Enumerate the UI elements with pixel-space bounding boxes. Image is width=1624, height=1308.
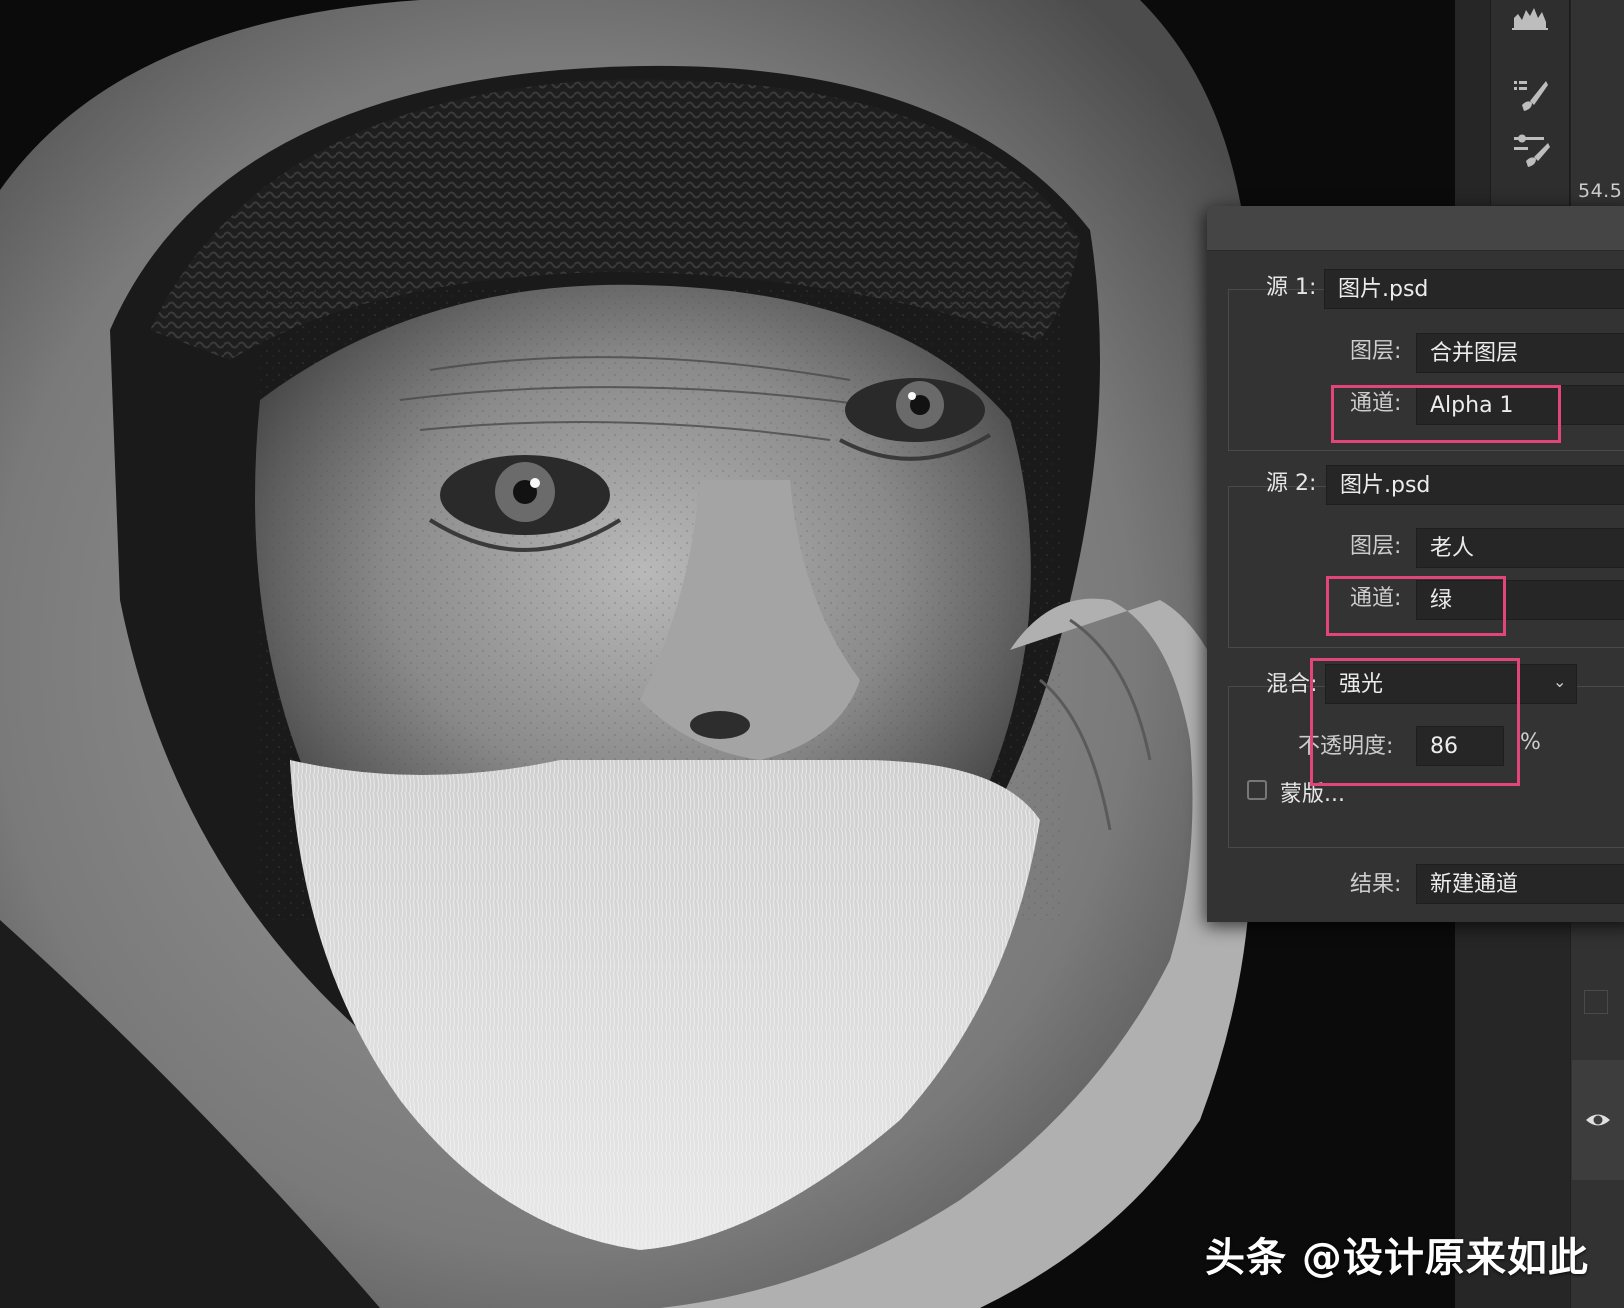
source1-layer-select[interactable]: 合并图层	[1416, 333, 1624, 373]
watermark-text: 头条 @设计原来如此	[1205, 1235, 1589, 1281]
annotation-highlight-blending	[1310, 658, 1520, 786]
source1-file-select[interactable]: 图片.psd	[1324, 269, 1624, 309]
dialog-titlebar[interactable]	[1207, 206, 1624, 251]
result-label: 结果:	[1350, 872, 1402, 897]
brush-settings-icon[interactable]	[1507, 126, 1553, 172]
source2-file-select[interactable]: 图片.psd	[1326, 465, 1624, 505]
zoom-readout: 54.5	[1578, 180, 1623, 202]
histogram-icon[interactable]	[1507, 0, 1553, 40]
result-select[interactable]: 新建通道	[1416, 864, 1624, 904]
annotation-highlight-channel2	[1326, 576, 1506, 636]
mask-checkbox[interactable]	[1247, 780, 1267, 800]
source1-label: 源 1:	[1266, 275, 1317, 300]
layer-visibility-toggle[interactable]	[1572, 1060, 1624, 1180]
source1-layer-label: 图层:	[1350, 339, 1402, 364]
apply-image-dialog: 源 1: 图片.psd 图层: 合并图层 通道: Alpha 1 源 2: 图片…	[1207, 206, 1624, 922]
opacity-unit: %	[1520, 730, 1541, 755]
panel-icon-dock	[1490, 0, 1570, 205]
source2-layer-label: 图层:	[1350, 534, 1402, 559]
annotation-highlight-channel1	[1331, 385, 1561, 443]
layer-thumbnail[interactable]	[1584, 990, 1608, 1014]
source2-label: 源 2:	[1266, 471, 1317, 496]
eye-icon	[1586, 1114, 1610, 1126]
brush-presets-icon[interactable]	[1507, 72, 1553, 118]
source2-layer-select[interactable]: 老人	[1416, 528, 1624, 568]
chevron-down-icon: ⌄	[1553, 672, 1567, 691]
